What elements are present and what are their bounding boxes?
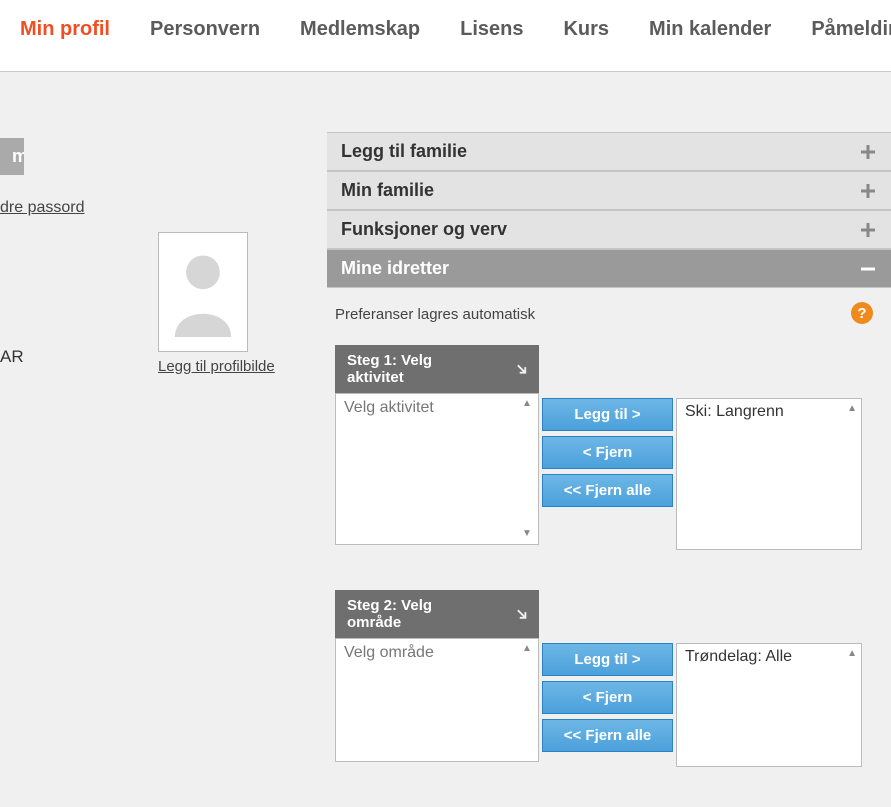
step1-button-column: Legg til > < Fjern << Fjern alle xyxy=(542,398,673,507)
step2-available-placeholder: Velg område xyxy=(336,639,538,667)
step2-remove-all-button[interactable]: << Fjern alle xyxy=(542,719,673,752)
left-sidebar: m dre passord AR Legg til profilbilde xyxy=(0,132,327,807)
scroll-up-icon[interactable]: ▲ xyxy=(522,643,534,655)
step2-wrap: Steg 2: Velg område Velg område ▲ Legg t… xyxy=(335,590,877,767)
step1-remove-all-button[interactable]: << Fjern alle xyxy=(542,474,673,507)
step2-add-button[interactable]: Legg til > xyxy=(542,643,673,676)
accordion-my-family-label: Min familie xyxy=(341,180,434,201)
step2-selected-list[interactable]: Trøndelag: Alle ▲ xyxy=(676,643,862,767)
step1-header: Steg 1: Velg aktivitet xyxy=(335,345,539,393)
accordion-my-sports[interactable]: Mine idretter xyxy=(327,249,891,288)
autosave-info: Preferanser lagres automatisk xyxy=(335,306,877,323)
step1-wrap: Steg 1: Velg aktivitet Velg aktivitet ▲ … xyxy=(335,345,877,550)
nav-min-kalender[interactable]: Min kalender xyxy=(629,8,791,51)
accordion-my-sports-label: Mine idretter xyxy=(341,258,449,279)
accordion-my-family[interactable]: Min familie xyxy=(327,171,891,210)
help-icon[interactable]: ? xyxy=(851,302,873,324)
nav-lisens[interactable]: Lisens xyxy=(440,8,543,51)
step2-title: Steg 2: Velg område xyxy=(347,597,482,631)
change-password-link[interactable]: dre passord xyxy=(0,199,85,217)
nav-min-profil[interactable]: Min profil xyxy=(0,8,130,51)
scroll-up-icon[interactable]: ▲ xyxy=(847,648,857,659)
scroll-down-icon[interactable]: ▼ xyxy=(522,528,534,540)
minus-icon xyxy=(859,260,877,278)
accordion-add-family[interactable]: Legg til familie xyxy=(327,132,891,171)
step2-remove-button[interactable]: < Fjern xyxy=(542,681,673,714)
avatar-placeholder xyxy=(158,232,248,352)
step2-button-column: Legg til > < Fjern << Fjern alle xyxy=(542,643,673,752)
step2-available-list[interactable]: Velg område ▲ xyxy=(335,638,539,762)
plus-icon xyxy=(859,221,877,239)
scroll-up-icon[interactable]: ▲ xyxy=(847,403,857,414)
step1-remove-button[interactable]: < Fjern xyxy=(542,436,673,469)
step1-add-button[interactable]: Legg til > xyxy=(542,398,673,431)
accordion-functions-label: Funksjoner og verv xyxy=(341,219,507,240)
arrow-corner-icon xyxy=(516,608,527,620)
accordion-add-family-label: Legg til familie xyxy=(341,141,467,162)
step1-available-placeholder: Velg aktivitet xyxy=(336,394,538,422)
arrow-corner-icon xyxy=(516,363,527,375)
step2-header: Steg 2: Velg område xyxy=(335,590,539,638)
accordion-functions[interactable]: Funksjoner og verv xyxy=(327,210,891,249)
plus-icon xyxy=(859,143,877,161)
add-profile-photo-link[interactable]: Legg til profilbilde xyxy=(158,358,275,375)
my-sports-body: ? Preferanser lagres automatisk Steg 1: … xyxy=(327,288,891,767)
person-silhouette-icon xyxy=(168,247,238,337)
right-content: Legg til familie Min familie Funksjoner … xyxy=(327,132,891,807)
step1-available-list[interactable]: Velg aktivitet ▲ ▼ xyxy=(335,393,539,545)
nav-medlemskap[interactable]: Medlemskap xyxy=(280,8,440,51)
step2-selected-item[interactable]: Trøndelag: Alle xyxy=(677,644,861,670)
nav-personvern[interactable]: Personvern xyxy=(130,8,280,51)
step1-title: Steg 1: Velg aktivitet xyxy=(347,352,482,386)
top-nav: Min profil Personvern Medlemskap Lisens … xyxy=(0,0,891,72)
step1-selected-item[interactable]: Ski: Langrenn xyxy=(677,399,861,425)
step1-selected-list[interactable]: Ski: Langrenn ▲ xyxy=(676,398,862,550)
nav-kurs[interactable]: Kurs xyxy=(543,8,629,51)
plus-icon xyxy=(859,182,877,200)
nav-pamelding[interactable]: Påmelding xyxy=(791,8,891,51)
scroll-up-icon[interactable]: ▲ xyxy=(522,398,534,410)
sidebar-header-fragment: m xyxy=(0,138,24,175)
